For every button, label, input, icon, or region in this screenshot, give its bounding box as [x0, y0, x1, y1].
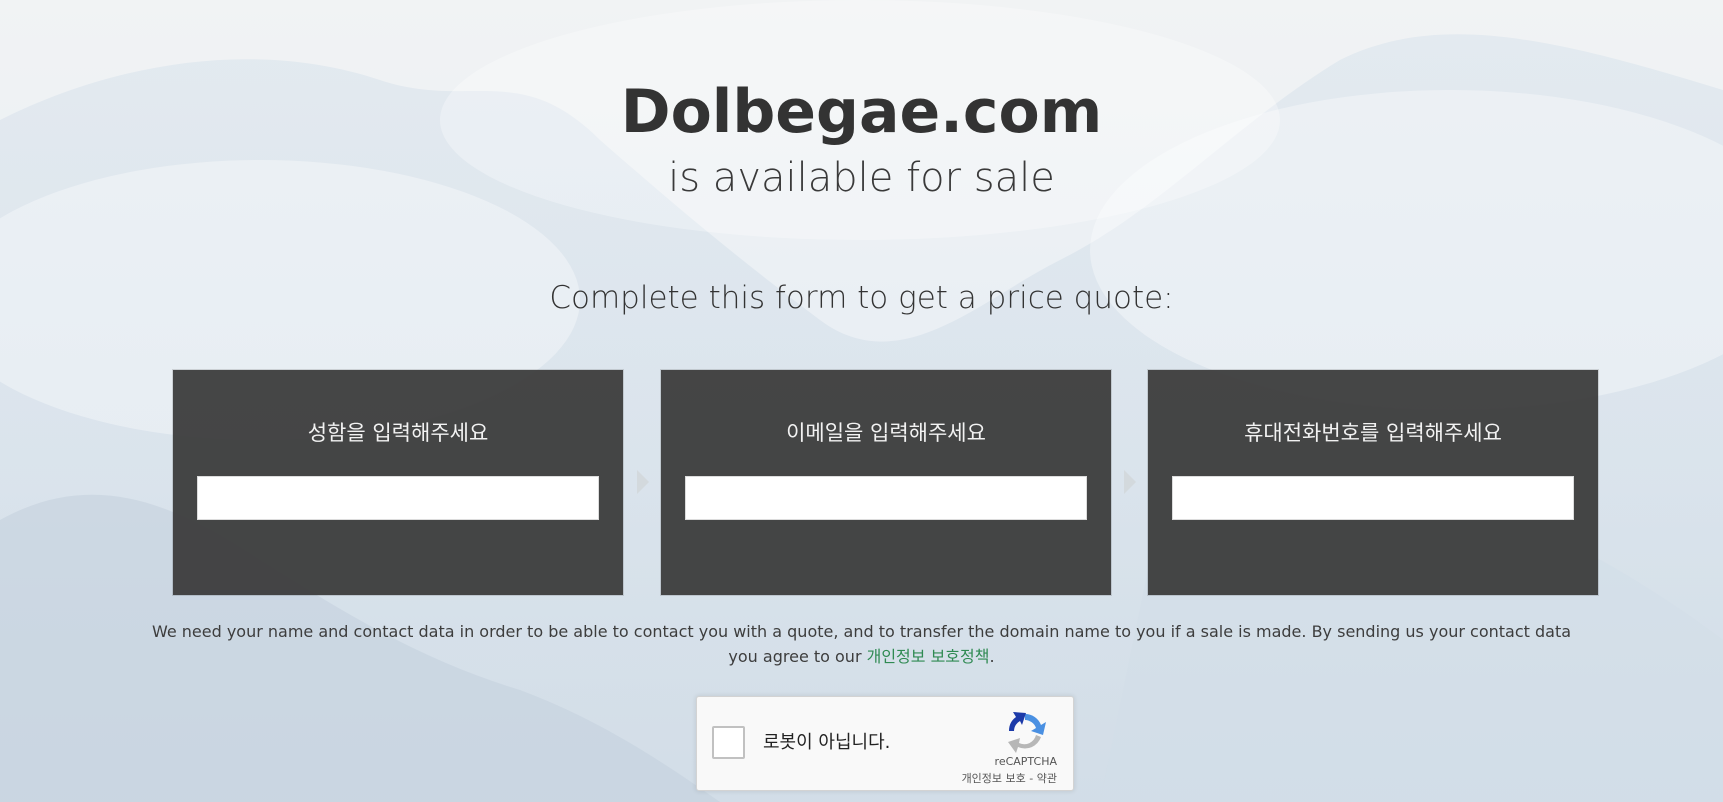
- name-input[interactable]: [197, 476, 599, 520]
- recaptcha-widget: 로봇이 아닙니다. reCAPTCHA 개인정보 보호 - 약관: [696, 696, 1074, 791]
- recaptcha-link-separator: -: [1025, 772, 1037, 785]
- phone-panel: 휴대전화번호를 입력해주세요: [1148, 370, 1598, 595]
- phone-input[interactable]: [1172, 476, 1574, 520]
- email-panel: 이메일을 입력해주세요: [661, 370, 1111, 595]
- recaptcha-privacy-link[interactable]: 개인정보 보호: [962, 772, 1026, 785]
- privacy-notice-suffix: .: [989, 647, 995, 666]
- name-panel: 성함을 입력해주세요: [173, 370, 623, 595]
- availability-subtitle: is available for sale: [668, 155, 1055, 201]
- privacy-notice-text: We need your name and contact data in or…: [151, 622, 1572, 666]
- recaptcha-brand: reCAPTCHA: [994, 755, 1057, 768]
- recaptcha-logo-icon: [1008, 712, 1046, 753]
- domain-title: Dolbegae.com: [620, 77, 1103, 147]
- recaptcha-terms-link[interactable]: 약관: [1037, 772, 1057, 785]
- landing-content: Dolbegae.com is available for sale Compl…: [0, 0, 1723, 802]
- phone-field-label: 휴대전화번호를 입력해주세요: [1244, 421, 1502, 445]
- privacy-notice: We need your name and contact data in or…: [150, 619, 1573, 669]
- email-field-label: 이메일을 입력해주세요: [786, 421, 986, 445]
- recaptcha-label: 로봇이 아닙니다.: [763, 732, 891, 753]
- chevron-right-icon: [637, 470, 649, 494]
- recaptcha-links: 개인정보 보호 - 약관: [962, 772, 1057, 786]
- recaptcha-checkbox[interactable]: [712, 726, 745, 759]
- name-field-label: 성함을 입력해주세요: [307, 421, 489, 445]
- form-heading: Complete this form to get a price quote:: [549, 280, 1174, 316]
- chevron-right-icon: [1124, 470, 1136, 494]
- email-input[interactable]: [685, 476, 1087, 520]
- privacy-policy-link[interactable]: 개인정보 보호정책: [867, 647, 990, 666]
